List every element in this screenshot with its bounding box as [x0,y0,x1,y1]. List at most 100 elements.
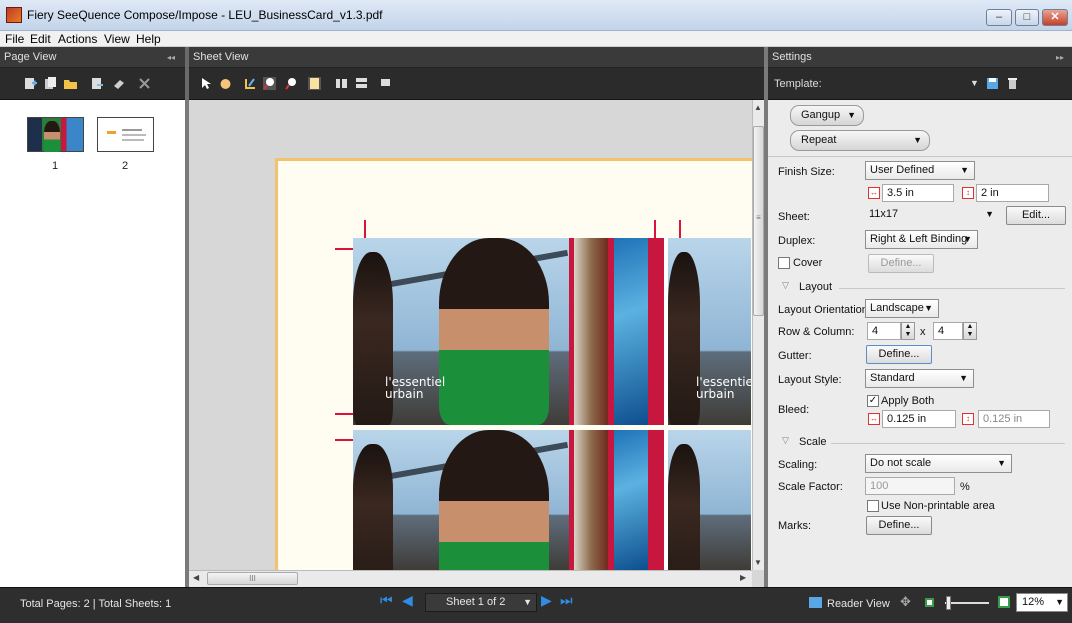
cover-define-button[interactable]: Define... [868,254,934,273]
finish-size-value: User Defined [870,164,935,176]
fiery-app-icon [6,7,22,23]
delete-page-icon[interactable] [138,77,151,90]
page-view-pane [0,100,185,587]
times-label: x [920,326,926,338]
thumbnail-label-1: 1 [52,160,59,172]
vertical-scrollbar[interactable]: ▲ ≡ ▼ [752,100,764,570]
rows-input[interactable]: 4 [867,322,901,340]
gangup-dropdown[interactable]: Gangup ▼ [790,105,864,126]
cover-label: Cover [793,257,823,269]
duplicate-page-icon[interactable] [44,77,57,90]
zoom-slider-track[interactable] [945,602,989,604]
first-sheet-icon[interactable]: ⏮ [380,592,393,609]
interior-photo [574,430,608,570]
coastline-photo [614,238,648,425]
marks-define-button[interactable]: Define... [866,516,932,535]
bleed-width-input[interactable]: 0.125 in [882,410,956,428]
sheet-label: Sheet: [778,211,810,223]
apply-both-checkbox[interactable]: ✓ [867,395,879,407]
finish-width-input[interactable]: 3.5 in [882,184,954,202]
zoom-in-icon[interactable] [263,77,276,90]
save-template-icon[interactable] [986,77,999,90]
repeat-dropdown[interactable]: Repeat ▼ [790,130,930,151]
maximize-button[interactable]: □ [1015,9,1039,26]
page-thumbnail-1[interactable] [27,117,84,152]
scale-section-title: Scale [799,436,827,448]
thumbnail-label-2: 2 [122,160,129,172]
non-printable-checkbox[interactable] [867,500,879,512]
rotate-page-icon[interactable] [112,77,125,90]
sheet-dropdown[interactable]: 11x17 ▼ [865,206,996,224]
next-sheet-icon[interactable]: ▶ [541,592,552,609]
reader-view-button[interactable]: Reader View [827,598,890,610]
divider [831,443,1065,444]
template-label: Template: [774,78,822,90]
interior-photo [574,238,608,425]
zoom-in-large-icon[interactable] [998,596,1010,608]
chevron-down-icon: ▼ [963,234,972,244]
previous-sheet-icon[interactable]: ◀ [402,592,413,609]
replace-page-icon[interactable] [91,77,104,90]
last-sheet-icon[interactable]: ⏭ [560,592,573,609]
horizontal-scrollbar[interactable]: ◀ III ▶ [189,570,752,587]
duplex-dropdown[interactable]: Right & Left Binding ▼ [865,230,978,249]
zoom-level-dropdown[interactable]: 12% ▼ [1016,593,1068,612]
bleed-height-input[interactable]: 0.125 in [978,410,1050,428]
crop-mark [335,248,353,250]
scroll-down-icon[interactable]: ▼ [754,558,762,567]
scaling-dropdown[interactable]: Do not scale ▼ [865,454,1012,473]
scroll-up-icon[interactable]: ▲ [754,103,762,112]
collapse-right-icon[interactable]: ▸▸ [1056,47,1064,68]
horizontal-scroll-thumb[interactable]: III [207,572,298,585]
split-vertical-icon[interactable] [355,77,368,90]
minimize-button[interactable]: – [986,9,1012,26]
layout-collapse-icon[interactable]: ▽ [782,280,789,291]
fit-page-icon[interactable] [308,77,321,90]
layout-style-dropdown[interactable]: Standard ▼ [865,369,974,388]
scroll-right-icon[interactable]: ▶ [740,573,746,582]
columns-stepper[interactable]: ▲ ▼ [963,322,977,340]
gutter-define-button[interactable]: Define... [866,345,932,364]
rows-stepper[interactable]: ▲ ▼ [901,322,915,340]
zoom-slider-handle[interactable] [946,596,951,610]
trim-box-icon[interactable] [243,77,256,90]
scale-factor-input[interactable]: 100 [865,477,955,495]
edit-sheet-button[interactable]: Edit... [1006,206,1066,225]
flag-icon[interactable] [379,77,392,90]
pointer-icon[interactable] [199,77,212,90]
reader-view-icon[interactable] [809,597,822,608]
thumb-portrait [44,121,60,152]
open-folder-icon[interactable] [64,77,77,90]
scaling-value: Do not scale [870,457,932,469]
collapse-left-icon[interactable]: ◂◂ [167,47,175,68]
split-horizontal-icon[interactable] [335,77,348,90]
menu-actions[interactable]: Actions [58,32,97,46]
delete-template-icon[interactable] [1006,77,1019,90]
close-button[interactable]: ✕ [1042,9,1068,26]
scroll-left-icon[interactable]: ◀ [193,573,199,582]
layout-section-title: Layout [799,281,833,293]
menu-edit[interactable]: Edit [30,32,51,46]
hand-tool-icon[interactable] [219,77,232,90]
menu-help[interactable]: Help [136,32,161,46]
menu-file[interactable]: File [5,32,24,46]
sheet-selector[interactable]: Sheet 1 of 2 ▼ [425,593,537,612]
menu-view[interactable]: View [104,32,130,46]
chevron-down-icon: ▼ [985,209,994,219]
finish-size-dropdown[interactable]: User Defined ▼ [865,161,975,180]
vertical-scroll-thumb[interactable]: ≡ [753,126,764,316]
pan-icon[interactable]: ✥ [900,594,911,610]
zoom-out-small-icon[interactable] [925,598,934,607]
title-bar: Fiery SeeQuence Compose/Impose - LEU_Bus… [0,0,1072,31]
finish-height-input[interactable]: 2 in [976,184,1049,202]
woman-figure [439,430,549,570]
page-thumbnail-2[interactable] [97,117,154,152]
layout-orientation-dropdown[interactable]: Landscape ▼ [865,299,939,318]
cover-checkbox[interactable] [778,257,790,269]
insert-page-icon[interactable] [24,77,37,90]
columns-input[interactable]: 4 [933,322,963,340]
template-dropdown-arrow-icon[interactable]: ▼ [970,78,979,88]
scale-collapse-icon[interactable]: ▽ [782,435,789,446]
zoom-out-icon[interactable] [285,77,298,90]
chevron-down-icon: ▼ [924,303,933,313]
